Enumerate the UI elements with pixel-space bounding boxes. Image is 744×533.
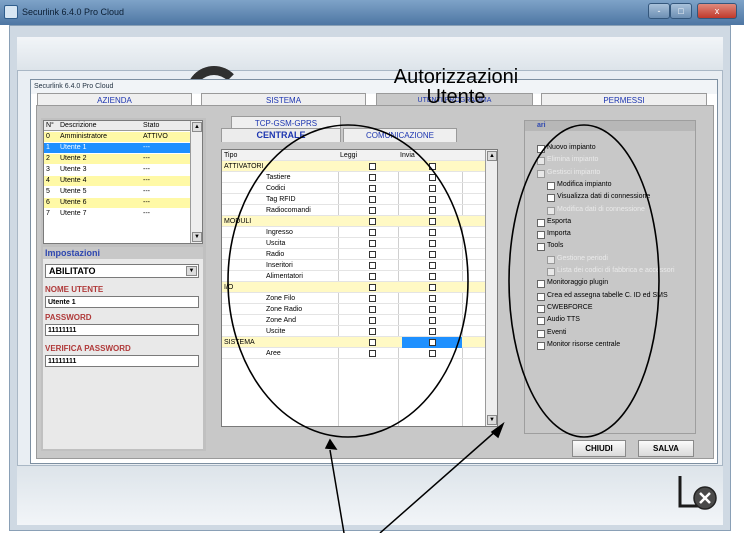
annotation-arrows	[324, 421, 505, 533]
annotation-overlay	[227, 124, 660, 533]
annotation-ellipse-permessi	[508, 124, 660, 438]
annotation-ellipse-grid	[227, 124, 469, 438]
